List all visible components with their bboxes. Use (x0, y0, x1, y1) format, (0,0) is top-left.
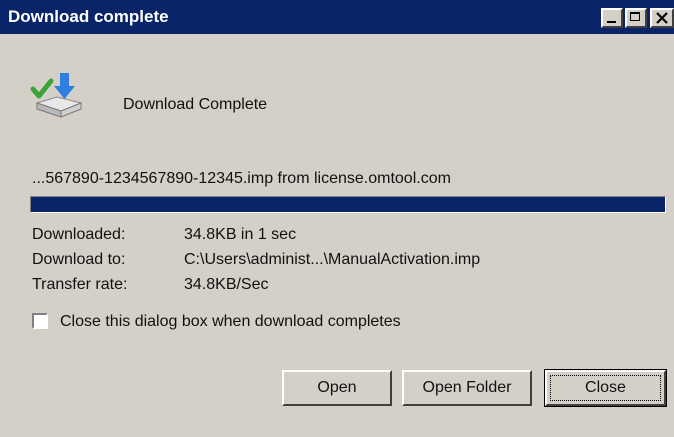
minimize-button[interactable] (601, 8, 623, 28)
downloaded-label: Downloaded: (32, 226, 126, 243)
close-button[interactable]: Close (544, 369, 667, 407)
maximize-button[interactable] (625, 8, 647, 28)
open-folder-button[interactable]: Open Folder (402, 370, 532, 406)
close-window-button[interactable] (650, 8, 674, 28)
downloaded-row: Downloaded: 34.8KB in 1 sec (32, 226, 296, 244)
close-icon (656, 12, 668, 24)
progress-fill (31, 197, 665, 212)
open-button[interactable]: Open (282, 370, 392, 406)
window-title: Download complete (8, 7, 169, 26)
download-to-value: C:\Users\administ...\ManualActivation.im… (184, 251, 481, 268)
transfer-rate-value: 34.8KB/Sec (184, 276, 269, 293)
title-bar[interactable]: Download complete (0, 0, 674, 34)
focus-rectangle (550, 375, 661, 401)
transfer-rate-row: Transfer rate: 34.8KB/Sec (32, 276, 269, 294)
download-complete-heading: Download Complete (123, 96, 268, 113)
transfer-rate-label: Transfer rate: (32, 276, 128, 293)
close-on-complete-checkbox[interactable] (32, 313, 48, 329)
close-on-complete-label[interactable]: Close this dialog box when download comp… (60, 313, 401, 331)
download-progress-bar (30, 196, 666, 213)
download-source-text: ...567890-1234567890-12345.imp from lice… (32, 170, 451, 187)
download-complete-dialog: Download complete Download Complete ...5… (0, 0, 674, 437)
download-to-row: Download to: C:\Users\administ...\ManualA… (32, 251, 480, 269)
download-complete-icon (30, 73, 83, 118)
download-to-label: Download to: (32, 251, 126, 268)
downloaded-value: 34.8KB in 1 sec (184, 226, 297, 243)
